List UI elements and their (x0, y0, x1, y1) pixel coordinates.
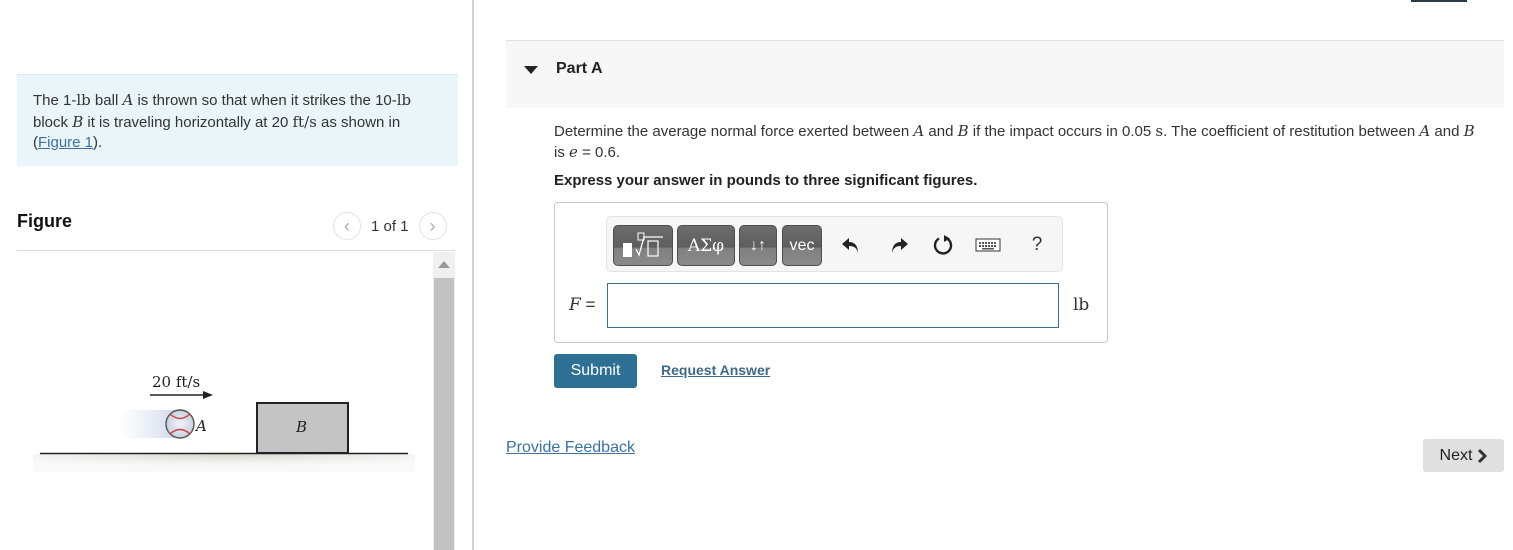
math-symbol: A (1419, 122, 1431, 140)
answer-variable: F (569, 295, 581, 315)
text-run: it is traveling horizontally at 20 (83, 113, 293, 131)
part-label: Part A (556, 60, 603, 77)
redo-button[interactable] (885, 231, 913, 259)
left-panel: The 1-lb ball A is thrown so that when i… (0, 0, 472, 550)
velocity-arrowhead (203, 391, 213, 399)
undo-button[interactable] (837, 231, 865, 259)
request-answer-link[interactable]: Request Answer (661, 362, 770, 378)
submit-button[interactable]: Submit (554, 354, 637, 388)
math-symbol: A (913, 122, 925, 140)
next-figure-button[interactable]: › (418, 212, 447, 240)
figure-scrollbar[interactable] (433, 252, 455, 550)
figure-pager: ‹ 1 of 1 › (333, 212, 447, 240)
chevron-right-icon (1478, 448, 1488, 463)
figure-page-indicator: 1 of 1 (371, 217, 409, 235)
math-symbol: e (569, 143, 578, 161)
vector-button[interactable]: vec (782, 225, 822, 266)
problem-text-end: ). (93, 134, 103, 151)
text-run: is thrown so that when it strikes the 10… (133, 92, 397, 109)
chevron-left-icon: ‹ (344, 215, 350, 236)
text-run: The 1- (33, 92, 77, 109)
triangle-up-icon (438, 260, 450, 268)
subscript-superscript-button[interactable]: ↓↑ (739, 225, 777, 266)
math-symbol: lb (396, 91, 412, 109)
text-run: if the impact occurs in 0.05 (968, 123, 1156, 140)
reset-button[interactable] (929, 231, 957, 259)
undo-icon (842, 238, 858, 253)
block-label: B (295, 418, 307, 436)
math-symbol: A (122, 91, 134, 109)
text-run: is (554, 144, 569, 161)
text-run: = 0.6. (577, 144, 621, 161)
math-symbol: B (1463, 122, 1475, 140)
chevron-right-icon: › (429, 215, 436, 236)
answer-input[interactable] (607, 283, 1059, 328)
instruction-text: Express your answer in pounds to three s… (554, 172, 978, 189)
templates-button[interactable] (613, 225, 673, 266)
part-a-header[interactable]: Part A (506, 40, 1504, 108)
math-toolbar: ΑΣφ ↓↑ vec ? (606, 216, 1063, 272)
velocity-label: 20 ft/s (152, 373, 200, 391)
panel-divider[interactable] (472, 0, 474, 550)
caret-down-icon (524, 66, 538, 74)
math-symbol: B (72, 112, 84, 131)
math-symbol: lb (76, 91, 91, 109)
fraction-root-icon (623, 232, 663, 257)
ball-label: A (194, 417, 207, 435)
answer-label: F = (569, 295, 595, 315)
greek-symbols-button[interactable]: ΑΣφ (677, 225, 735, 266)
math-symbol: B (957, 122, 969, 140)
figure-title: Figure (17, 211, 73, 231)
scroll-up-button[interactable] (433, 252, 455, 276)
math-symbol: s (1155, 122, 1164, 140)
ground (33, 454, 415, 472)
help-button[interactable]: ? (1027, 231, 1047, 259)
prev-figure-button[interactable]: ‹ (333, 212, 361, 240)
top-link-underline[interactable] (1411, 0, 1467, 2)
keyboard-icon (975, 238, 1001, 252)
question-text: Determine the average normal force exert… (554, 121, 1484, 163)
provide-feedback-link[interactable]: Provide Feedback (506, 439, 635, 457)
keyboard-button[interactable] (973, 231, 1003, 259)
figure-divider (17, 250, 455, 251)
text-run: . The coefficient of restitution between (1163, 123, 1420, 140)
answer-box: ΑΣφ ↓↑ vec ? F = lb (554, 202, 1108, 343)
figure-image: 20 ft/s A B (33, 373, 415, 472)
answer-equals: = (580, 295, 596, 314)
text-run: and (1430, 123, 1464, 140)
answer-unit: lb (1073, 295, 1090, 315)
scroll-thumb[interactable] (434, 278, 454, 550)
text-run: Determine the average normal force exert… (554, 123, 914, 140)
figure-link[interactable]: Figure 1 (38, 134, 93, 151)
problem-statement: The 1-lb ball A is thrown so that when i… (17, 74, 458, 166)
redo-icon (892, 238, 908, 253)
reset-icon (933, 235, 953, 255)
text-run: ball (90, 92, 123, 109)
text-run: and (924, 123, 958, 140)
math-symbol: ft/s (292, 112, 317, 131)
text-run: block (33, 113, 73, 131)
next-button[interactable]: Next (1423, 439, 1504, 472)
next-label: Next (1439, 446, 1473, 464)
